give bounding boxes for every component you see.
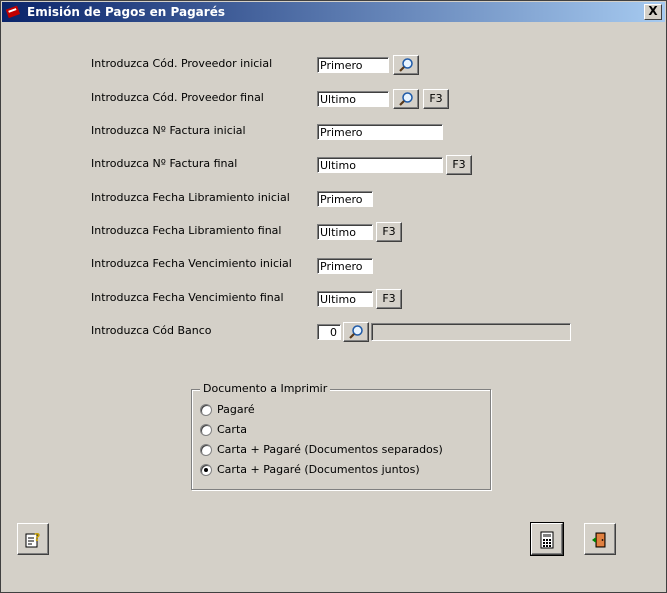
- fact-ini-input[interactable]: Primero: [317, 124, 443, 140]
- prov-fin-search-button[interactable]: [393, 89, 419, 109]
- exit-door-icon: [592, 532, 606, 548]
- prov-fin-input[interactable]: Ultimo: [317, 91, 389, 107]
- ven-ini-input[interactable]: Primero: [317, 258, 373, 274]
- label-prov-ini: Introduzca Cód. Proveedor inicial: [91, 57, 273, 70]
- prov-ini-search-button[interactable]: [393, 55, 419, 75]
- groupbox-title: Documento a Imprimir: [200, 382, 331, 395]
- app-icon: [6, 5, 21, 19]
- label-ven-ini: Introduzca Fecha Vencimiento inicial: [91, 257, 292, 270]
- ven-fin-input[interactable]: Ultimo: [317, 291, 373, 307]
- banco-search-button[interactable]: [343, 322, 369, 342]
- ven-fin-f3-button[interactable]: F3: [376, 289, 402, 309]
- radio-label: Carta + Pagaré (Documentos separados): [217, 443, 443, 456]
- lib-fin-f3-button[interactable]: F3: [376, 222, 402, 242]
- close-button[interactable]: X: [644, 4, 662, 20]
- lib-fin-input[interactable]: Ultimo: [317, 224, 373, 240]
- prov-fin-f3-button[interactable]: F3: [423, 89, 449, 109]
- banco-name-field: [371, 323, 571, 341]
- title-bar[interactable]: Emisión de Pagos en Pagarés X: [2, 2, 665, 22]
- window-title: Emisión de Pagos en Pagarés: [27, 5, 225, 19]
- dialog-window: Emisión de Pagos en Pagarés X Introduzca…: [0, 0, 667, 593]
- svg-text:?: ?: [34, 531, 40, 544]
- help-icon: ?: [25, 531, 40, 548]
- print-button[interactable]: [530, 522, 564, 556]
- lib-ini-input[interactable]: Primero: [317, 191, 373, 207]
- radio-circle[interactable]: [200, 444, 212, 456]
- radio-circle[interactable]: [200, 404, 212, 416]
- radio-circle[interactable]: [200, 464, 212, 476]
- label-banco: Introduzca Cód Banco: [91, 324, 212, 337]
- radio-selected-dot: [204, 468, 208, 472]
- help-button[interactable]: ?: [17, 523, 49, 555]
- documento-groupbox: Documento a Imprimir Pagaré Carta Carta …: [191, 382, 491, 490]
- label-fact-fin: Introduzca Nº Factura final: [91, 157, 238, 170]
- label-lib-ini: Introduzca Fecha Libramiento inicial: [91, 191, 290, 204]
- calculator-icon: [540, 531, 554, 549]
- label-lib-fin: Introduzca Fecha Libramiento final: [91, 224, 282, 237]
- fact-fin-f3-button[interactable]: F3: [446, 155, 472, 175]
- label-prov-fin: Introduzca Cód. Proveedor final: [91, 91, 264, 104]
- prov-ini-input[interactable]: Primero: [317, 57, 389, 73]
- radio-circle[interactable]: [200, 424, 212, 436]
- radio-label: Carta: [217, 423, 247, 436]
- magnifier-icon: [349, 325, 363, 339]
- exit-button[interactable]: [584, 523, 616, 555]
- magnifier-icon: [399, 58, 413, 72]
- banco-code-input[interactable]: 0: [317, 324, 341, 340]
- radio-label: Pagaré: [217, 403, 255, 416]
- radio-label: Carta + Pagaré (Documentos juntos): [217, 463, 420, 476]
- label-ven-fin: Introduzca Fecha Vencimiento final: [91, 291, 284, 304]
- magnifier-icon: [399, 92, 413, 106]
- fact-fin-input[interactable]: Ultimo: [317, 157, 443, 173]
- label-fact-ini: Introduzca Nº Factura inicial: [91, 124, 246, 137]
